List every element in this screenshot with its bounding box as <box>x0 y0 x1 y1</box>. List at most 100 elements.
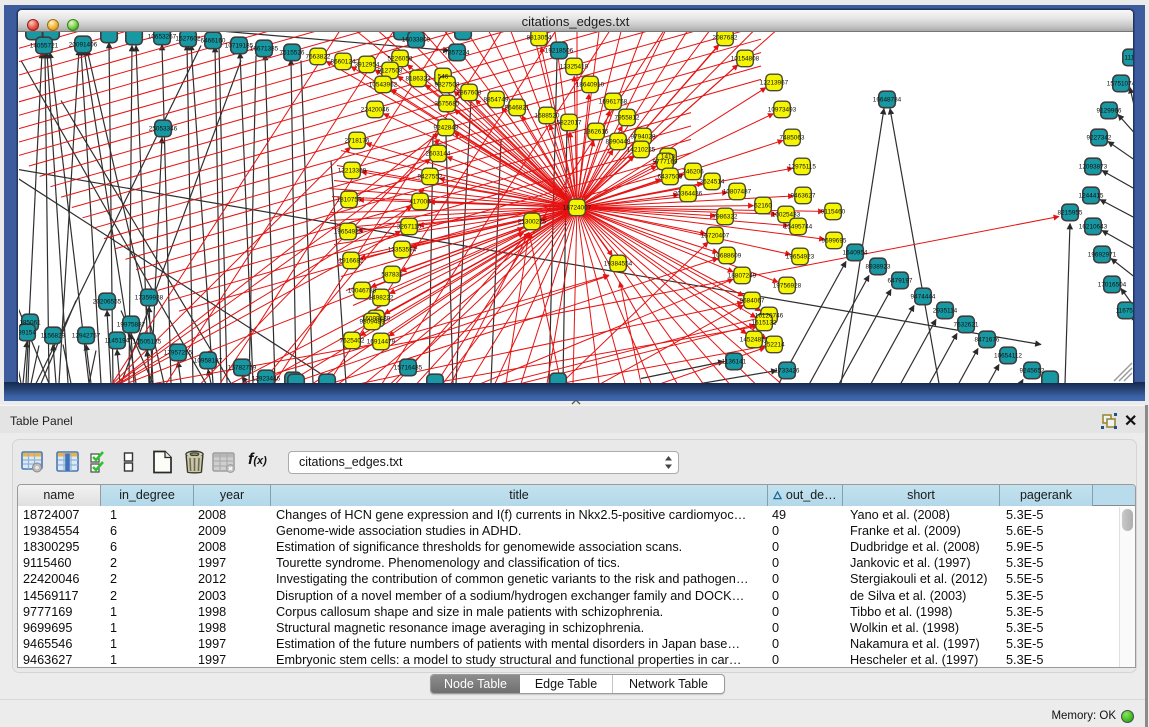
svg-text:16961758: 16961758 <box>599 99 628 106</box>
svg-text:1145194: 1145194 <box>105 338 130 345</box>
svg-text:1588520: 1588520 <box>535 113 560 120</box>
svg-text:8938923: 8938923 <box>866 264 891 271</box>
svg-text:16671385: 16671385 <box>250 46 279 53</box>
svg-text:1916682: 1916682 <box>339 258 364 265</box>
svg-text:9474444: 9474444 <box>911 294 936 301</box>
svg-text:14055721: 14055721 <box>30 43 59 50</box>
svg-text:7955812: 7955812 <box>615 115 640 122</box>
svg-text:22420046: 22420046 <box>361 107 390 114</box>
svg-text:10154808: 10154808 <box>731 56 760 63</box>
svg-text:417006: 417006 <box>409 199 431 206</box>
svg-text:9227342: 9227342 <box>1087 135 1112 142</box>
svg-text:9794028: 9794028 <box>631 134 656 141</box>
svg-text:16648784: 16648784 <box>873 97 902 104</box>
svg-text:7515526: 7515526 <box>280 50 305 57</box>
svg-text:62160: 62160 <box>754 203 772 210</box>
svg-text:7663822: 7663822 <box>306 54 331 61</box>
svg-text:8215955: 8215955 <box>1058 210 1083 217</box>
svg-text:252214: 252214 <box>763 342 785 349</box>
svg-text:1527602: 1527602 <box>176 36 201 43</box>
svg-text:18640910: 18640910 <box>576 82 605 89</box>
svg-text:14210225: 14210225 <box>627 147 656 154</box>
svg-text:12975115: 12975115 <box>788 164 816 171</box>
svg-text:8990448: 8990448 <box>606 139 631 146</box>
svg-text:2935114: 2935114 <box>933 308 958 315</box>
svg-text:10025433: 10025433 <box>772 212 801 219</box>
svg-text:1640954: 1640954 <box>843 250 868 257</box>
svg-text:1136141: 1136141 <box>722 359 747 366</box>
svg-text:7485063: 7485063 <box>780 135 805 142</box>
svg-text:9684067: 9684067 <box>740 298 765 305</box>
svg-text:746206: 746206 <box>682 169 704 176</box>
svg-text:16033809: 16033809 <box>402 37 431 44</box>
svg-text:2087682: 2087682 <box>713 35 738 42</box>
svg-text:20364436: 20364436 <box>674 191 703 198</box>
svg-text:9699695: 9699695 <box>822 238 847 245</box>
svg-text:9463627: 9463627 <box>791 193 816 200</box>
svg-text:546: 546 <box>438 74 449 81</box>
svg-text:25053346: 25053346 <box>149 126 178 133</box>
svg-text:3675685: 3675685 <box>435 101 460 108</box>
svg-text:16782759: 16782759 <box>228 365 257 372</box>
svg-text:10543962: 10543962 <box>369 82 398 89</box>
svg-text:3267110: 3267110 <box>397 224 422 231</box>
svg-text:20091406: 20091406 <box>69 42 98 49</box>
svg-text:18724007: 18724007 <box>563 205 592 212</box>
svg-text:7625402: 7625402 <box>340 338 365 345</box>
svg-text:19384554: 19384554 <box>604 261 633 268</box>
svg-text:15716485: 15716485 <box>394 365 423 372</box>
svg-text:10958187: 10958187 <box>194 358 223 365</box>
svg-text:13353594: 13353594 <box>388 247 417 254</box>
svg-text:1244415: 1244415 <box>1079 193 1104 200</box>
svg-text:8854749: 8854749 <box>484 97 509 104</box>
svg-text:39154: 39154 <box>19 330 36 337</box>
svg-text:12923446: 12923446 <box>252 376 281 383</box>
svg-text:12505135: 12505135 <box>133 339 162 346</box>
svg-text:13325419: 13325419 <box>560 64 589 71</box>
svg-text:5822017: 5822017 <box>557 120 582 127</box>
svg-text:19654923: 19654923 <box>786 254 815 261</box>
svg-text:9427552: 9427552 <box>418 174 443 181</box>
svg-text:1810755: 1810755 <box>337 197 362 204</box>
svg-text:9115460: 9115460 <box>821 209 846 216</box>
svg-text:1117: 1117 <box>1124 55 1133 62</box>
svg-text:1362615: 1362615 <box>584 129 609 136</box>
svg-text:9242848: 9242848 <box>434 125 459 132</box>
svg-text:6479197: 6479197 <box>888 278 913 285</box>
svg-text:8813054: 8813054 <box>527 35 552 42</box>
svg-text:15720407: 15720407 <box>701 233 730 240</box>
svg-text:9127508: 9127508 <box>378 68 403 75</box>
svg-text:8186323: 8186323 <box>406 76 431 83</box>
svg-text:6437508: 6437508 <box>658 174 683 181</box>
svg-text:17359938: 17359938 <box>135 295 164 302</box>
svg-text:16914479: 16914479 <box>367 339 396 346</box>
svg-text:8660124: 8660124 <box>331 59 356 66</box>
svg-text:15751074: 15751074 <box>1107 81 1133 88</box>
svg-text:21300275: 21300275 <box>518 219 547 226</box>
svg-text:19692971: 19692971 <box>1088 252 1117 259</box>
svg-text:3912954: 3912954 <box>355 62 380 69</box>
svg-text:587832: 587832 <box>381 272 403 279</box>
svg-text:17957255: 17957255 <box>164 350 193 357</box>
svg-text:12942757: 12942757 <box>72 333 101 340</box>
svg-text:5226058: 5226058 <box>388 56 413 63</box>
svg-text:116753: 116753 <box>1116 308 1133 315</box>
svg-text:8471676: 8471676 <box>975 337 1000 344</box>
svg-text:2718176: 2718176 <box>345 138 370 145</box>
svg-text:12213967: 12213967 <box>760 80 789 87</box>
svg-text:15495744: 15495744 <box>784 224 813 231</box>
svg-text:16120746: 16120746 <box>755 313 784 320</box>
svg-text:9327508: 9327508 <box>435 82 460 89</box>
svg-text:12213369: 12213369 <box>338 168 367 175</box>
svg-text:19654933: 19654933 <box>334 229 363 236</box>
svg-text:17016504: 17016504 <box>1098 282 1127 289</box>
svg-text:10973493: 10973493 <box>768 107 797 114</box>
svg-text:16210643: 16210643 <box>1079 224 1108 231</box>
svg-text:9245652: 9245652 <box>1020 368 1045 375</box>
svg-text:10046788: 10046788 <box>348 288 377 295</box>
svg-text:9309489: 9309489 <box>360 319 385 326</box>
svg-text:1156829: 1156829 <box>41 333 66 340</box>
svg-text:9777169: 9777169 <box>653 159 678 166</box>
svg-text:3624514: 3624514 <box>700 179 725 186</box>
svg-text:7986322: 7986322 <box>713 214 738 221</box>
